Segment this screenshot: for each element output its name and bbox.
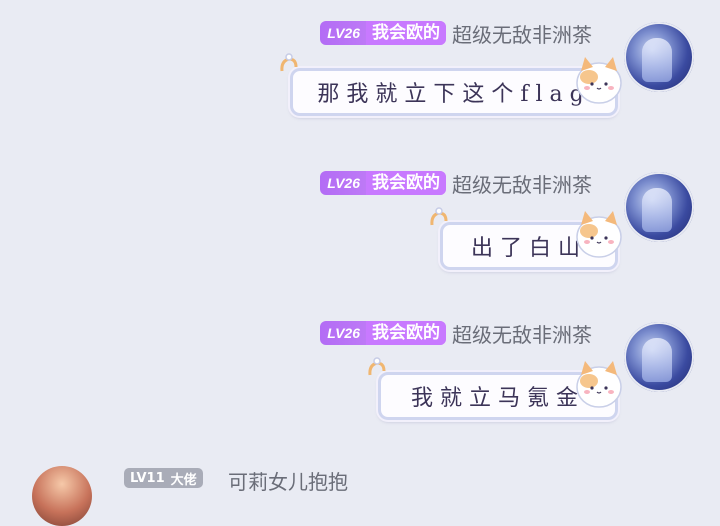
cat-paw-icon [368,357,386,376]
username[interactable]: 超级无敌非洲茶 [452,319,592,348]
fan-title-label: 我会欧的 [366,171,446,195]
fan-title-label: 我会欧的 [366,21,446,45]
chat-message: LV26 我会欧的 超级无敌非洲茶 那我就立下这个flag [0,0,720,150]
message-header: LV26 我会欧的 超级无敌非洲茶 [320,19,592,48]
level-label: LV26 [327,175,360,191]
cat-decoration-icon [576,57,622,104]
message-bubble[interactable]: 我就立马氪金 [368,357,622,420]
level-badge[interactable]: LV11 大佬 [124,468,203,488]
level-badge[interactable]: LV26 我会欧的 [320,321,446,345]
message-header: LV26 我会欧的 超级无敌非洲茶 [320,169,592,198]
message-text: 我就立马氪金 [410,386,585,411]
fan-title-label: 大佬 [170,472,197,488]
message-text: 出了白山 [470,236,587,261]
chat-message-partial: LV11 大佬 可莉女儿抱抱 [0,462,720,526]
cat-paw-icon [430,207,448,226]
cat-decoration-icon [576,211,622,258]
message-bubble[interactable]: 那我就立下这个flag [280,53,622,116]
message-bubble[interactable]: 出了白山 [430,207,622,270]
chat-message: LV26 我会欧的 超级无敌非洲茶 出了白山 [0,150,720,300]
message-text: 那我就立下这个flag [317,82,591,107]
avatar[interactable] [624,322,694,392]
avatar[interactable] [32,466,92,526]
level-label: LV11 [130,470,165,486]
level-label: LV26 [327,25,360,41]
username[interactable]: 超级无敌非洲茶 [452,19,592,48]
cat-paw-icon [280,53,298,72]
message-header: LV26 我会欧的 超级无敌非洲茶 [320,319,592,348]
chat-message: LV26 我会欧的 超级无敌非洲茶 我就立马氪金 [0,300,720,450]
avatar[interactable] [624,22,694,92]
username[interactable]: 超级无敌非洲茶 [452,169,592,198]
level-label: LV26 [327,325,360,341]
cat-decoration-icon [576,361,622,408]
avatar[interactable] [624,172,694,242]
level-badge[interactable]: LV26 我会欧的 [320,171,446,195]
level-badge[interactable]: LV26 我会欧的 [320,21,446,45]
fan-title-label: 我会欧的 [366,321,446,345]
